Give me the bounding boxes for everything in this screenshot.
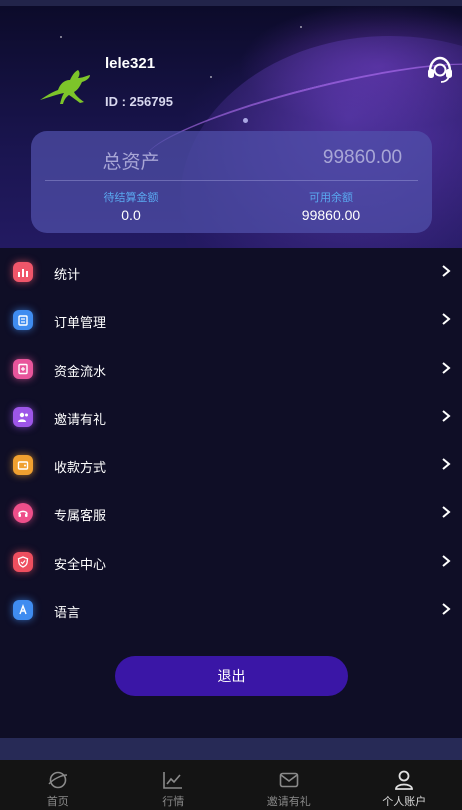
menu-item-label: 语言 (54, 605, 81, 621)
menu-item-customer-service[interactable]: 专属客服 (0, 489, 462, 537)
tab-home[interactable]: 首页 (0, 760, 116, 810)
menu-item-label: 专属客服 (54, 508, 107, 524)
chevron-right-icon (442, 313, 451, 326)
asset-card: 总资产 99860.00 待结算金额 0.0 可用余额 99860.00 (31, 131, 432, 233)
menu-item-label: 资金流水 (54, 363, 107, 379)
chevron-right-icon (442, 506, 451, 519)
menu-item-label: 安全中心 (54, 556, 107, 572)
user-icon (395, 770, 414, 790)
invite-icon (13, 406, 33, 427)
total-assets-label: 总资产 (102, 152, 160, 173)
shield-icon (13, 551, 33, 572)
tab-personal-account[interactable]: 个人账户 (347, 760, 462, 810)
tab-label: 首页 (46, 796, 69, 808)
language-icon (13, 600, 33, 621)
chart-icon (13, 262, 33, 282)
chevron-right-icon (442, 265, 451, 277)
menu-item-invite[interactable]: 邀请有礼 (0, 393, 462, 441)
moon-decoration (243, 118, 248, 123)
profile-header: lele321 ID : 256795 总资产 99860.00 待结算金额 0… (0, 6, 462, 248)
star-decoration (300, 26, 302, 28)
chevron-right-icon (442, 555, 451, 567)
customer-service-icon[interactable] (425, 54, 455, 84)
mail-icon (279, 772, 299, 788)
menu-item-label: 统计 (54, 267, 81, 282)
wallet-icon (13, 455, 33, 476)
menu-item-orders[interactable]: 订单管理 (0, 296, 462, 344)
headset-icon (13, 503, 33, 524)
menu-item-payment-method[interactable]: 收款方式 (0, 441, 462, 489)
ledger-icon (13, 358, 33, 379)
kangaroo-logo-icon (40, 70, 90, 104)
bottom-band (0, 738, 462, 760)
tab-label: 个人账户 (382, 796, 427, 808)
planet-icon (48, 771, 67, 789)
chevron-right-icon (442, 458, 451, 470)
pending-amount-value: 0.0 (121, 207, 141, 223)
username: lele321 (105, 55, 156, 72)
chevron-right-icon (442, 410, 451, 422)
user-id: ID : 256795 (105, 94, 173, 109)
chevron-right-icon (442, 361, 451, 374)
tab-market[interactable]: 行情 (116, 760, 232, 810)
menu-item-security-center[interactable]: 安全中心 (0, 538, 462, 586)
menu-item-fund-flow[interactable]: 资金流水 (0, 345, 462, 393)
tab-label: 邀请有礼 (266, 796, 311, 808)
chevron-right-icon (442, 603, 451, 615)
menu-item-label: 订单管理 (54, 315, 107, 331)
bottom-tab-bar: 首页 行情 邀请有礼 个人账户 (0, 760, 462, 810)
total-assets-value: 99860.00 (322, 147, 403, 168)
market-chart-icon (163, 772, 183, 789)
tab-invite[interactable]: 邀请有礼 (231, 760, 347, 810)
star-decoration (210, 76, 212, 78)
logout-button[interactable]: 退出 (115, 656, 348, 696)
order-icon (13, 310, 33, 331)
star-decoration (60, 36, 62, 38)
pending-amount-label: 待结算金额 (103, 192, 159, 204)
account-menu: 统计 订单管理 资金流水 邀请有礼 收款方式 专属客服 安全中心 语言 (0, 248, 462, 634)
available-balance-value: 99860.00 (301, 207, 361, 223)
menu-item-label: 邀请有礼 (54, 411, 107, 427)
tab-label: 行情 (162, 796, 185, 808)
menu-item-statistics[interactable]: 统计 (0, 248, 462, 296)
menu-item-label: 收款方式 (54, 460, 107, 476)
menu-item-language[interactable]: 语言 (0, 586, 462, 634)
divider (45, 180, 418, 181)
available-balance-label: 可用余额 (309, 192, 353, 204)
